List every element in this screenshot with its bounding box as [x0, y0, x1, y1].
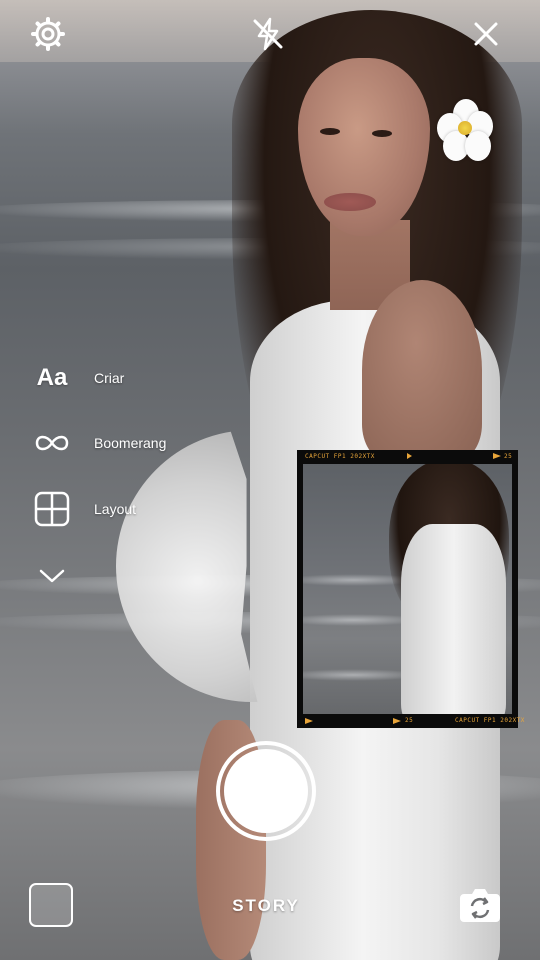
settings-button[interactable] [28, 14, 68, 54]
film-label-bottom-right: CAPCUT FP1 202XTX [455, 717, 525, 724]
menu-item-label: Layout [94, 501, 137, 517]
gear-icon [31, 17, 65, 51]
flower-icon [437, 99, 493, 161]
menu-item-boomerang[interactable]: Boomerang [30, 423, 166, 463]
menu-item-label: Boomerang [94, 435, 167, 451]
layout-icon [30, 491, 74, 527]
shoulder [362, 280, 482, 460]
flip-camera-button[interactable] [458, 884, 502, 926]
eye [372, 130, 392, 137]
shutter-inner [224, 749, 308, 833]
film-label-top-left: CAPCUT FP1 202XTX [305, 453, 375, 460]
menu-item-create[interactable]: Aa Criar [30, 358, 125, 398]
close-icon [474, 22, 498, 46]
film-label-bottom-mid: 25 [405, 717, 414, 724]
mode-label[interactable]: STORY [200, 896, 332, 916]
film-marker [407, 453, 412, 459]
film-label-top-right: 25 [504, 453, 513, 460]
film-photo [303, 464, 512, 714]
text-aa-icon: Aa [36, 364, 68, 391]
menu-expand-button[interactable] [30, 556, 74, 596]
flash-off-icon [253, 17, 283, 51]
close-button[interactable] [466, 14, 506, 54]
menu-item-label: Criar [94, 370, 125, 386]
chevron-down-icon [30, 569, 74, 583]
menu-item-layout[interactable]: Layout [30, 489, 136, 529]
eye [320, 128, 340, 135]
film-arrow-icon [493, 453, 501, 459]
shutter-button[interactable] [216, 741, 316, 841]
lips [324, 193, 376, 211]
infinity-icon [30, 433, 74, 453]
gallery-thumbnail[interactable] [29, 883, 73, 927]
film-frame-sticker[interactable]: CAPCUT FP1 202XTX 25 25 CAPCUT FP1 202XT… [297, 450, 524, 728]
film-arrow-icon [305, 718, 313, 724]
flash-toggle-button[interactable] [248, 14, 288, 54]
flip-camera-icon [460, 889, 500, 922]
film-arrow-icon [393, 718, 401, 724]
